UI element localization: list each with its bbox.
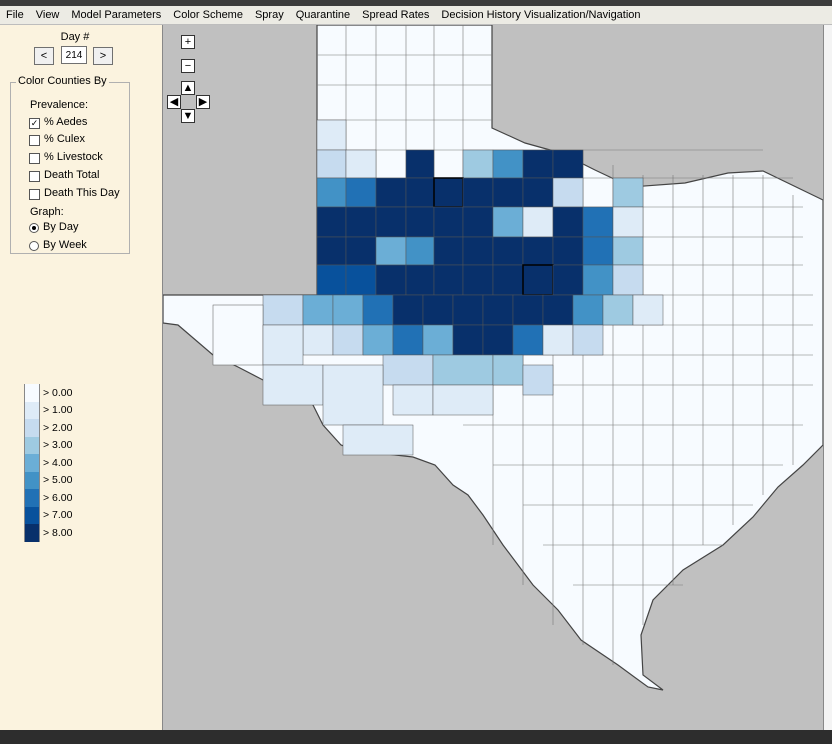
livestock-checkbox[interactable]: [29, 153, 40, 164]
legend-swatch: [24, 489, 40, 507]
legend-label: > 2.00: [43, 421, 73, 434]
legend-swatch: [24, 401, 40, 419]
color-counties-title: Color Counties By: [16, 75, 109, 87]
legend-row: > 1.00: [24, 401, 73, 419]
legend-row: > 7.00: [24, 506, 73, 524]
death-this-day-checkbox[interactable]: [29, 189, 40, 200]
legend-label: > 5.00: [43, 474, 73, 487]
legend-swatch: [24, 384, 40, 402]
legend-swatch: [24, 419, 40, 437]
legend-row: > 4.00: [24, 454, 73, 472]
prev-day-button[interactable]: <: [34, 47, 54, 65]
right-side-panel: [823, 25, 832, 730]
death-total-checkbox[interactable]: [29, 171, 40, 182]
aedes-label: % Aedes: [44, 116, 88, 128]
zoom-out-button[interactable]: −: [181, 59, 195, 73]
prevalence-label: Prevalence:: [30, 99, 89, 111]
pan-up-button[interactable]: ▲: [181, 81, 195, 95]
menu-view[interactable]: View: [30, 9, 66, 21]
day-label: Day #: [60, 31, 90, 43]
pan-right-button[interactable]: ▶: [196, 95, 210, 109]
legend-swatch: [24, 454, 40, 472]
culex-checkbox[interactable]: [29, 135, 40, 146]
legend-swatch: [24, 436, 40, 454]
menu-file[interactable]: File: [0, 9, 30, 21]
legend-label: > 1.00: [43, 404, 73, 417]
legend-swatch: [24, 524, 40, 542]
by-week-radio[interactable]: [29, 241, 39, 251]
by-day-radio[interactable]: [29, 223, 39, 233]
graph-label: Graph:: [30, 206, 64, 218]
by-day-label: By Day: [43, 221, 79, 233]
legend-row: > 8.00: [24, 524, 73, 542]
legend-label: > 3.00: [43, 439, 73, 452]
aedes-checkbox[interactable]: ✓: [29, 118, 40, 129]
color-counties-group: Color Counties By Prevalence: ✓ % Aedes …: [10, 75, 130, 254]
legend-label: > 8.00: [43, 526, 73, 539]
map-area[interactable]: + − ▲ ◀ ▶ ▼: [163, 25, 823, 730]
culex-label: % Culex: [44, 133, 85, 145]
day-input[interactable]: 214: [61, 46, 87, 64]
legend-label: > 0.00: [43, 386, 73, 399]
control-panel: Day # < 214 > Color Counties By Prevalen…: [0, 25, 163, 730]
texas-county-map[interactable]: [163, 25, 823, 730]
menu-model-parameters[interactable]: Model Parameters: [65, 9, 167, 21]
legend-row: > 6.00: [24, 489, 73, 507]
menu-quarantine[interactable]: Quarantine: [290, 9, 356, 21]
death-total-label: Death Total: [44, 169, 100, 181]
legend-row: > 3.00: [24, 436, 73, 454]
zoom-in-button[interactable]: +: [181, 35, 195, 49]
menu-color-scheme[interactable]: Color Scheme: [167, 9, 249, 21]
legend-row: > 5.00: [24, 471, 73, 489]
legend-row: > 0.00: [24, 384, 73, 402]
menu-decision-history[interactable]: Decision History Visualization/Navigatio…: [435, 9, 646, 21]
legend-swatch: [24, 471, 40, 489]
legend-swatch: [24, 506, 40, 524]
color-legend: > 0.00 > 1.00 > 2.00 > 3.00 > 4.00 > 5.00 > 6.…: [24, 384, 73, 542]
legend-label: > 7.00: [43, 509, 73, 522]
legend-label: > 6.00: [43, 491, 73, 504]
next-day-button[interactable]: >: [93, 47, 113, 65]
app-window: File View Model Parameters Color Scheme …: [0, 0, 832, 744]
menu-bar: File View Model Parameters Color Scheme …: [0, 6, 832, 25]
menu-spread-rates[interactable]: Spread Rates: [356, 9, 435, 21]
legend-label: > 4.00: [43, 456, 73, 469]
pan-left-button[interactable]: ◀: [167, 95, 181, 109]
by-week-label: By Week: [43, 239, 87, 251]
pan-down-button[interactable]: ▼: [181, 109, 195, 123]
bottom-strip: [0, 730, 832, 744]
death-this-day-label: Death This Day: [44, 187, 120, 199]
livestock-label: % Livestock: [44, 151, 103, 163]
legend-row: > 2.00: [24, 419, 73, 437]
menu-spray[interactable]: Spray: [249, 9, 290, 21]
